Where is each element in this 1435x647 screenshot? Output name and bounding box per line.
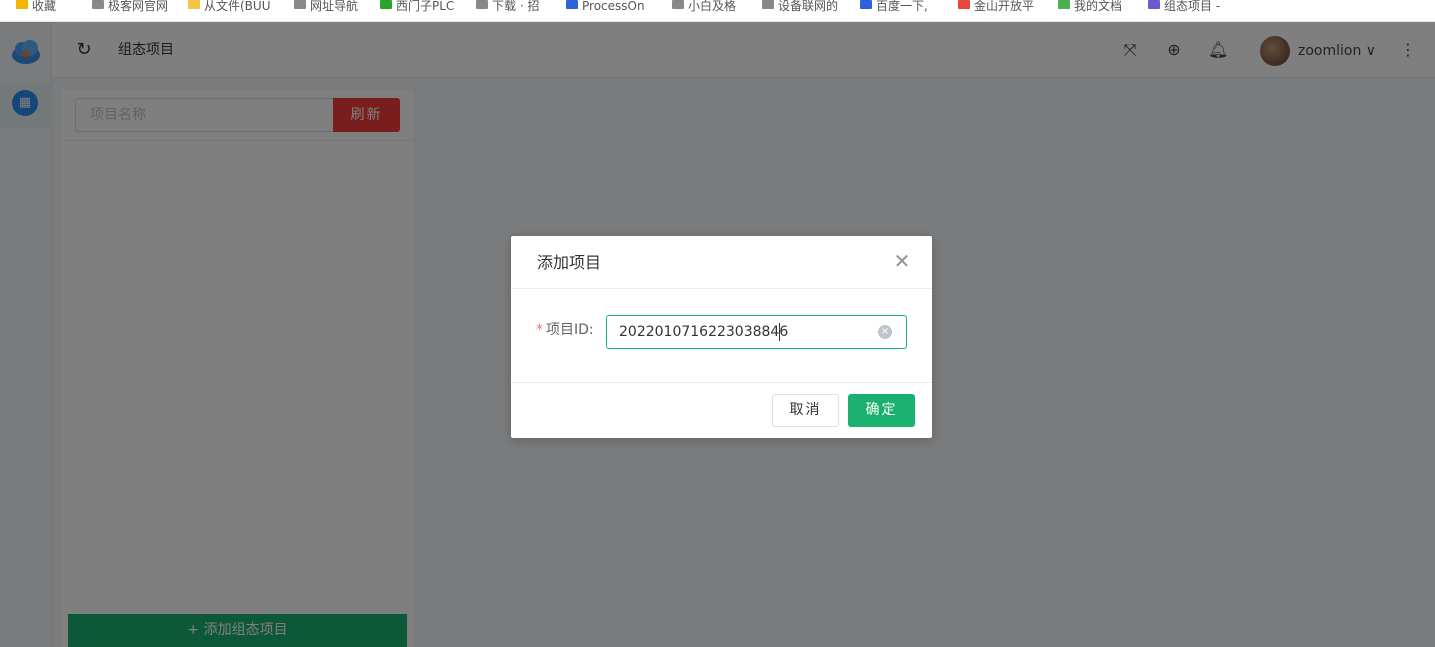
bookmark-item[interactable]: 百度一下,	[860, 0, 928, 14]
text-cursor	[779, 323, 780, 341]
doc-icon	[1058, 0, 1070, 9]
processon-icon	[566, 0, 578, 9]
cancel-button[interactable]: 取消	[772, 394, 839, 427]
close-icon[interactable]: ✕	[891, 250, 913, 272]
baidu-icon	[860, 0, 872, 9]
bookmark-item[interactable]: 网址导航	[294, 0, 358, 14]
leaf-icon	[380, 0, 392, 9]
bookmark-item[interactable]: 西门子PLC	[380, 0, 454, 14]
project-icon	[1148, 0, 1160, 9]
bookmark-item[interactable]: 我的文档	[1058, 0, 1122, 14]
page-icon	[92, 0, 104, 9]
bookmark-item[interactable]: 金山开放平	[958, 0, 1034, 14]
add-project-dialog: 添加项目 ✕ * 项目ID: 2022010716223038846 × 取消 确…	[511, 236, 932, 438]
divider	[511, 288, 932, 289]
bookmark-item[interactable]: ProcessOn	[566, 0, 645, 14]
bookmark-item[interactable]: 设备联网的	[762, 0, 838, 14]
clear-input-icon[interactable]: ×	[878, 325, 892, 339]
bookmark-item[interactable]: 收藏	[16, 0, 56, 14]
divider	[511, 382, 932, 383]
bookmark-item[interactable]: 极客网官网	[92, 0, 168, 14]
bookmark-item[interactable]: 从文件(BUU	[188, 0, 270, 14]
confirm-button[interactable]: 确定	[848, 394, 915, 427]
dialog-title: 添加项目	[537, 253, 602, 272]
page-icon	[672, 0, 684, 9]
bookmark-item[interactable]: 小白及格	[672, 0, 736, 14]
bookmark-star-icon	[16, 0, 28, 9]
globe-icon	[294, 0, 306, 9]
bookmark-item[interactable]: 下载 · 招	[476, 0, 539, 14]
page-icon	[762, 0, 774, 9]
project-id-label: * 项目ID:	[536, 322, 594, 338]
bookmark-item[interactable]: 组态项目 -	[1148, 0, 1220, 14]
page-icon	[476, 0, 488, 9]
folder-icon	[188, 0, 200, 9]
bookmarks-bar: 收藏 极客网官网 从文件(BUU 网址导航 西门子PLC 下载 · 招 Proc…	[0, 0, 1435, 22]
required-mark: *	[536, 322, 543, 338]
kingsoft-icon	[958, 0, 970, 9]
project-id-input[interactable]: 2022010716223038846	[606, 315, 907, 349]
